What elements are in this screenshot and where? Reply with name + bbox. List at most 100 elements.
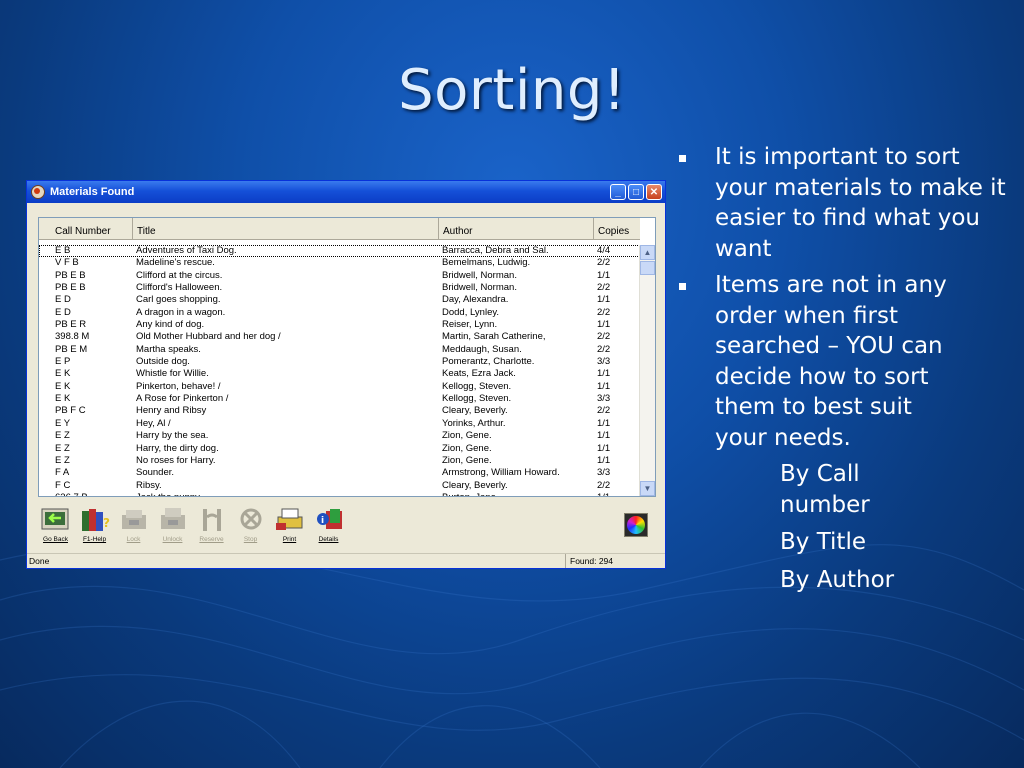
cell-call-number: PB E B [55, 282, 86, 294]
cell-copies: 3/3 [597, 467, 611, 479]
cell-title: Harry by the sea. [136, 430, 209, 442]
cell-title: Adventures of Taxi Dog. [136, 245, 237, 256]
table-row[interactable]: E B Adventures of Taxi Dog. Barracca, Debr… [39, 245, 640, 258]
svg-text:?: ? [103, 516, 110, 530]
cell-call-number: 398.8 M [55, 331, 90, 343]
table-row[interactable]: PB F C Henry and Ribsy Cleary, Beverly. 2/2 [39, 405, 640, 417]
table-row[interactable]: E P Outside dog. Pomerantz, Charlotte. 3/3 [39, 356, 640, 368]
table-row[interactable]: E Z No roses for Harry. Zion, Gene. 1/1 [39, 455, 640, 467]
window-title: Materials Found [50, 186, 135, 198]
table-row[interactable]: E K Pinkerton, behave! / Kellogg, Steven. 1… [39, 381, 640, 393]
stop-button[interactable]: Stop [232, 503, 269, 545]
sort-options: By Call number By Title By Author [676, 459, 1006, 595]
column-header-call-number[interactable]: Call Number [39, 218, 133, 240]
app-icon [31, 185, 45, 199]
go-back-button[interactable]: Go Back [37, 503, 74, 545]
cell-title: Hey, Al / [136, 417, 171, 429]
window-titlebar[interactable]: Materials Found _ □ ✕ [27, 181, 665, 203]
reserve-icon [195, 503, 229, 534]
cell-author: Day, Alexandra. [442, 294, 509, 306]
table-row[interactable]: F C Ribsy. Cleary, Beverly. 2/2 [39, 480, 640, 492]
cell-call-number: V F B [55, 257, 79, 269]
cell-title: Carl goes shopping. [136, 294, 221, 306]
cell-author: Kellogg, Steven. [442, 393, 512, 405]
table-row[interactable]: E K A Rose for Pinkerton / Kellogg, Steven… [39, 393, 640, 405]
f1-help-button[interactable]: ? F1-Help [76, 503, 113, 545]
unlock-button[interactable]: Unlock [154, 503, 191, 545]
table-row[interactable]: E Y Hey, Al / Yorinks, Arthur. 1/1 [39, 418, 640, 430]
cell-title: No roses for Harry. [136, 454, 216, 466]
cell-author: Pomerantz, Charlotte. [442, 356, 535, 368]
cell-title: Jack the puppy. [133, 492, 439, 496]
maximize-button[interactable]: □ [628, 184, 644, 200]
materials-found-window: Materials Found _ □ ✕ Call Number Title … [26, 180, 666, 569]
table-row[interactable]: 636.7 BJack the puppy.Burton, Jane.1/1 [39, 492, 640, 496]
cell-call-number: 636.7 B [39, 492, 133, 496]
scroll-up-icon[interactable]: ▲ [640, 245, 655, 260]
column-header-copies[interactable]: Copies [594, 218, 640, 240]
table-row[interactable]: F A Sounder. Armstrong, William Howard. 3/3 [39, 467, 640, 479]
table-row[interactable]: E K Whistle for Willie. Keats, Ezra Jack. 1… [39, 368, 640, 380]
bullet-square-icon [679, 155, 686, 162]
cell-copies: 2/2 [597, 306, 611, 318]
results-list[interactable]: Call Number Title Author Copies E B Adven… [38, 217, 656, 497]
status-text: Done [27, 554, 566, 568]
cell-copies: 1/1 [597, 417, 611, 429]
table-row[interactable]: 398.8 M Old Mother Hubbard and her dog / M… [39, 331, 640, 343]
cell-title: Sounder. [136, 467, 175, 479]
cell-copies: 1/1 [597, 442, 611, 454]
cell-copies: 2/2 [597, 343, 611, 355]
table-row[interactable]: E D Carl goes shopping. Day, Alexandra. 1/1 [39, 294, 640, 306]
scroll-thumb[interactable] [640, 261, 655, 275]
table-row[interactable]: E D A dragon in a wagon. Dodd, Lynley. 2/2 [39, 307, 640, 319]
cell-title: Whistle for Willie. [136, 368, 209, 380]
unlock-icon [156, 503, 190, 534]
cell-call-number: PB F C [55, 405, 86, 417]
cell-author: Reiser, Lynn. [442, 319, 498, 331]
cell-author: Dodd, Lynley. [442, 306, 500, 318]
cell-copies: 2/2 [597, 257, 611, 269]
table-row[interactable]: E Z Harry, the dirty dog. Zion, Gene. 1/1 [39, 443, 640, 455]
bullet-text: It is important to sort your materials t… [715, 144, 1006, 262]
minimize-button[interactable]: _ [610, 184, 626, 200]
cell-author: Burton, Jane. [439, 492, 594, 496]
cell-author: Zion, Gene. [442, 454, 492, 466]
table-row[interactable]: V F B Madeline's rescue. Bemelmans, Ludwig… [39, 257, 640, 269]
found-count: Found: 294 [570, 556, 614, 566]
bullet-item: It is important to sort your materials t… [676, 142, 1006, 264]
table-row[interactable]: PB E B Clifford's Halloween. Bridwell, Nor… [39, 282, 640, 294]
table-row[interactable]: PB E B Clifford at the circus. Bridwell, N… [39, 270, 640, 282]
cell-call-number: E K [55, 393, 71, 405]
cell-author: Bridwell, Norman. [442, 282, 517, 294]
cell-title: Clifford's Halloween. [136, 282, 223, 294]
cell-copies: 1/1 [597, 368, 611, 380]
table-row[interactable]: PB E R Any kind of dog. Reiser, Lynn. 1/1 [39, 319, 640, 331]
reserve-button[interactable]: Reserve [193, 503, 230, 545]
bullet-item: Items are not in any order when first se… [676, 270, 955, 453]
scroll-down-icon[interactable]: ▼ [640, 481, 655, 496]
cell-title: Henry and Ribsy [136, 405, 207, 417]
toolbar: Go Back? F1-Help Lock Unlock Reserve Stop Prin… [37, 503, 347, 545]
print-button[interactable]: Print [271, 503, 308, 545]
table-row[interactable]: PB E M Martha speaks. Meddaugh, Susan. 2/2 [39, 344, 640, 356]
cell-author: Kellogg, Steven. [442, 380, 512, 392]
cell-author: Cleary, Beverly. [442, 479, 508, 491]
cell-title: Old Mother Hubbard and her dog / [136, 331, 281, 343]
close-button[interactable]: ✕ [646, 184, 662, 200]
lock-button[interactable]: Lock [115, 503, 152, 545]
cell-author: Martin, Sarah Catherine, [442, 331, 546, 343]
cell-title: Any kind of dog. [136, 319, 205, 331]
cell-author: Bridwell, Norman. [442, 269, 517, 281]
vertical-scrollbar[interactable]: ▲ ▼ [639, 245, 655, 496]
column-header-author[interactable]: Author [439, 218, 594, 240]
cell-author: Yorinks, Arthur. [442, 417, 506, 429]
color-wheel-icon[interactable] [624, 513, 648, 537]
cell-title: Pinkerton, behave! / [136, 380, 221, 392]
list-header: Call Number Title Author Copies [39, 218, 640, 240]
column-header-title[interactable]: Title [133, 218, 439, 240]
toolbar-button-label: Unlock [162, 536, 183, 543]
cell-call-number: PB E R [55, 319, 87, 331]
details-button[interactable]: i Details [310, 503, 347, 545]
cell-copies: 2/2 [597, 331, 611, 343]
table-row[interactable]: E Z Harry by the sea. Zion, Gene. 1/1 [39, 430, 640, 442]
